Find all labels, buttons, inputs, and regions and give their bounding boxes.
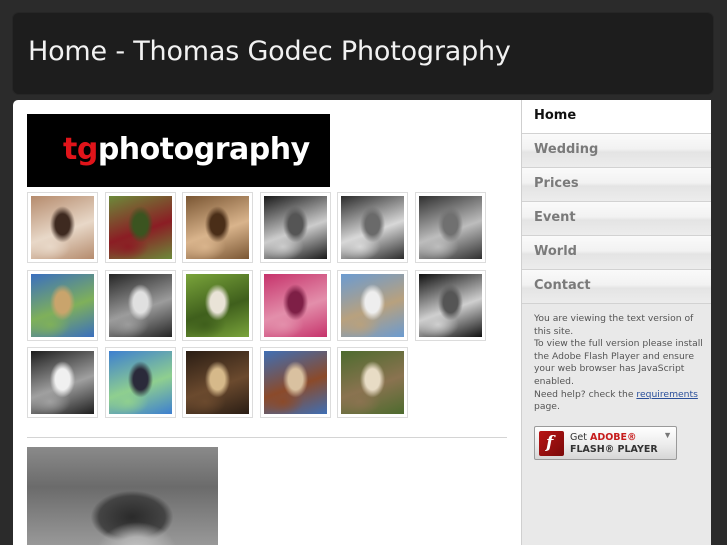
site-header: Home - Thomas Godec Photography bbox=[13, 13, 713, 94]
gallery-thumbnail[interactable] bbox=[105, 347, 176, 418]
gallery-thumbnail[interactable] bbox=[337, 347, 408, 418]
nav-item-label: Prices bbox=[534, 176, 579, 191]
gallery-thumbnail[interactable] bbox=[260, 270, 331, 341]
gallery-thumbnail[interactable] bbox=[27, 270, 98, 341]
flash-product-label: FLASH® PLAYER bbox=[570, 444, 658, 455]
main-content: tgphotography bbox=[13, 100, 521, 545]
nav-item-label: Event bbox=[534, 210, 576, 225]
notice-line-2: To view the full version please install … bbox=[534, 338, 703, 387]
flash-icon: f bbox=[539, 431, 564, 456]
nav-item-label: World bbox=[534, 244, 577, 259]
logo-rest: photography bbox=[97, 132, 310, 167]
thumbnail-image bbox=[341, 351, 404, 414]
gallery-thumbnail[interactable] bbox=[260, 347, 331, 418]
thumbnail-image bbox=[264, 351, 327, 414]
download-arrow-icon: ▼ bbox=[663, 430, 672, 440]
thumbnail-image bbox=[419, 274, 482, 337]
thumbnail-image bbox=[109, 196, 172, 259]
thumbnail-image bbox=[419, 196, 482, 259]
thumbnail-image bbox=[186, 196, 249, 259]
gallery-thumbnail[interactable] bbox=[337, 192, 408, 263]
thumbnail-image bbox=[31, 274, 94, 337]
nav-item-contact[interactable]: Contact bbox=[522, 270, 711, 304]
gallery-thumbnail[interactable] bbox=[27, 192, 98, 263]
nav-item-world[interactable]: World bbox=[522, 236, 711, 270]
gallery-thumbnail[interactable] bbox=[415, 270, 486, 341]
thumbnail-image bbox=[109, 274, 172, 337]
page-title: Home - Thomas Godec Photography bbox=[28, 36, 511, 67]
thumbnail-image bbox=[341, 274, 404, 337]
nav-item-label: Contact bbox=[534, 278, 591, 293]
tgphotography-logo[interactable]: tgphotography bbox=[27, 114, 330, 187]
content-divider bbox=[27, 437, 507, 438]
flash-get-label: Get bbox=[570, 432, 587, 443]
thumbnail-image bbox=[109, 351, 172, 414]
main-nav: Home Wedding Prices Event World Contact bbox=[522, 100, 711, 304]
notice-line-3-pre: Need help? check the bbox=[534, 388, 634, 400]
flash-button-line-1: Get ADOBE® bbox=[570, 432, 637, 443]
nav-item-label: Wedding bbox=[534, 142, 599, 157]
gallery-thumbnail[interactable] bbox=[182, 347, 253, 418]
thumbnail-image bbox=[341, 196, 404, 259]
gallery-thumbnail[interactable] bbox=[260, 192, 331, 263]
nav-item-event[interactable]: Event bbox=[522, 202, 711, 236]
nav-item-prices[interactable]: Prices bbox=[522, 168, 711, 202]
flash-notice: You are viewing the text version of this… bbox=[534, 313, 704, 414]
gallery-thumbnail[interactable] bbox=[105, 270, 176, 341]
thumbnail-image bbox=[186, 351, 249, 414]
sidebar: Home Wedding Prices Event World Contact You a… bbox=[521, 100, 711, 545]
gallery-thumbnail[interactable] bbox=[415, 192, 486, 263]
flash-brand-reg: ® bbox=[627, 432, 637, 443]
get-flash-player-button[interactable]: f Get ADOBE® FLASH® PLAYER ▼ bbox=[534, 426, 677, 460]
thumbnail-image bbox=[31, 351, 94, 414]
thumbnail-image bbox=[31, 196, 94, 259]
gallery-thumbnail[interactable] bbox=[105, 192, 176, 263]
notice-line-1: You are viewing the text version of this… bbox=[534, 313, 694, 337]
requirements-link[interactable]: requirements bbox=[636, 389, 697, 400]
logo-text: tgphotography bbox=[63, 132, 310, 167]
portrait-photo bbox=[27, 447, 218, 545]
gallery-thumbnail[interactable] bbox=[182, 192, 253, 263]
gallery-thumbnail[interactable] bbox=[182, 270, 253, 341]
thumbnail-image bbox=[264, 196, 327, 259]
thumbnail-image bbox=[186, 274, 249, 337]
gallery-thumbnail[interactable] bbox=[27, 347, 98, 418]
nav-item-home[interactable]: Home bbox=[522, 100, 711, 134]
flash-brand-label: ADOBE bbox=[589, 432, 628, 443]
gallery-thumbnail[interactable] bbox=[337, 270, 408, 341]
thumbnail-image bbox=[264, 274, 327, 337]
nav-item-wedding[interactable]: Wedding bbox=[522, 134, 711, 168]
logo-prefix: tg bbox=[63, 132, 98, 167]
notice-line-3-post: page. bbox=[534, 401, 560, 413]
nav-item-label: Home bbox=[534, 108, 577, 123]
